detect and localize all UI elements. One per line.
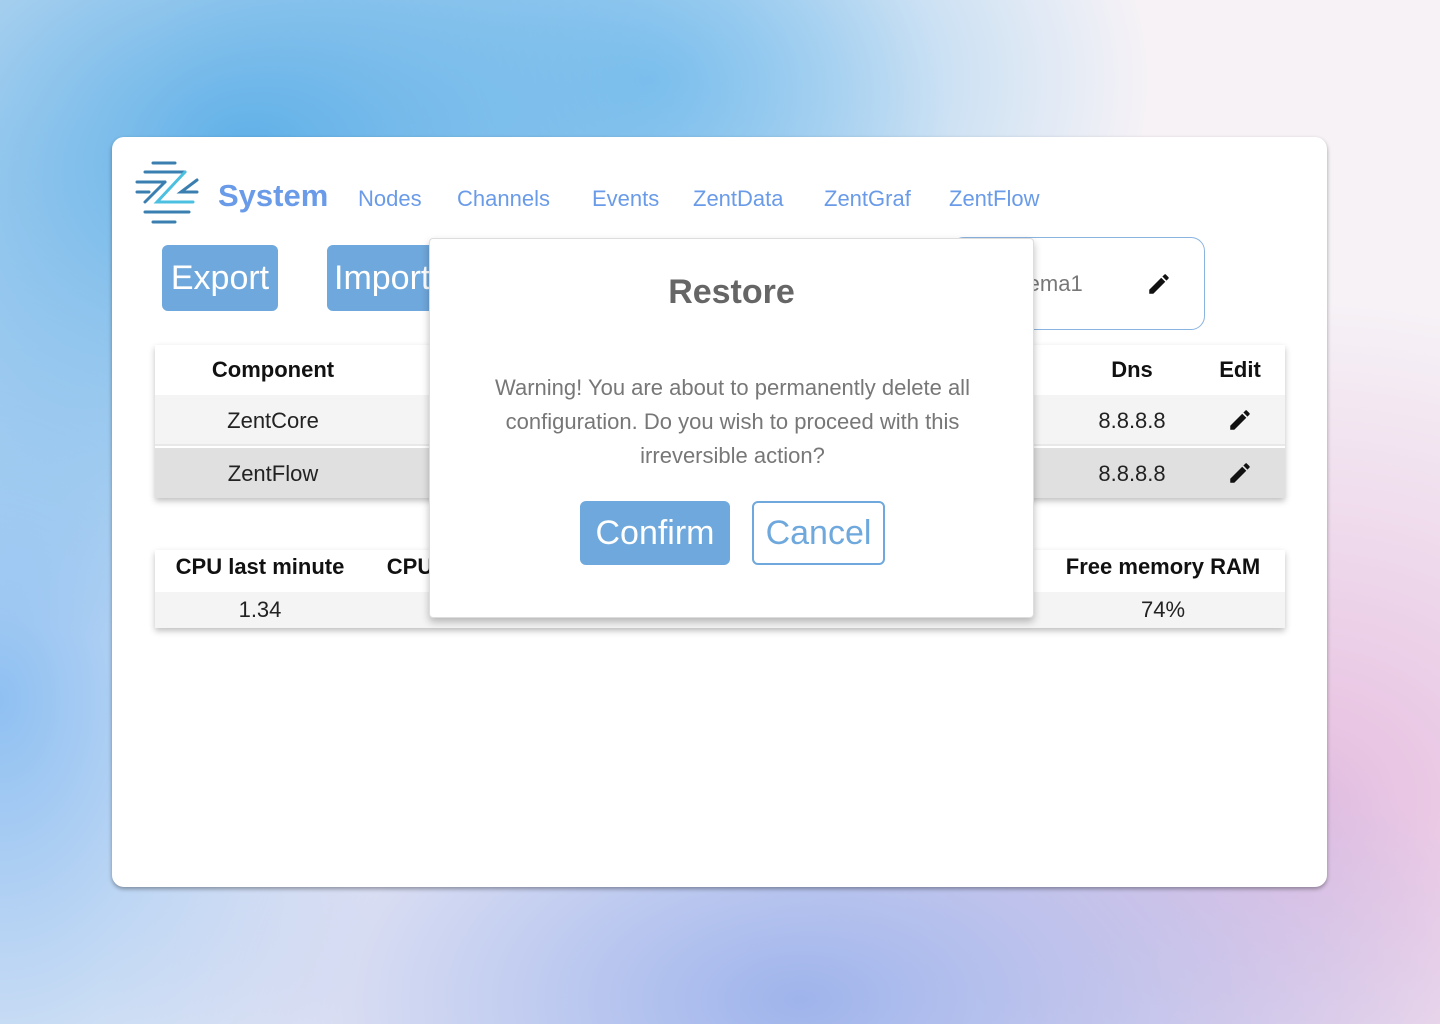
header-free-ram: Free memory RAM [1065,554,1261,579]
confirm-button[interactable]: Confirm [580,501,730,565]
header-dns: Dns [1111,357,1153,382]
restore-modal: Restore Warning! You are about to perman… [429,238,1034,618]
export-button[interactable]: Export [162,245,278,311]
modal-message: Warning! You are about to permanently de… [495,375,970,468]
cell-dns: 8.8.8.8 [1098,408,1166,433]
edit-pencil-icon[interactable] [1227,407,1253,433]
brand-title[interactable]: System [218,178,328,214]
cell-dns: 8.8.8.8 [1098,461,1166,486]
modal-title: Restore [668,273,795,311]
header-cpu-last-minute: CPU last minute [175,554,345,579]
header-component: Component [211,357,335,382]
header-cpu: CPU [386,554,434,579]
cell-component: ZentFlow [227,461,319,486]
header-edit: Edit [1219,357,1261,382]
cell-cpu-last-minute: 1.34 [238,597,282,622]
cell-component: ZentCore [227,408,319,433]
cell-free-ram: 74% [1140,597,1186,622]
nav-nodes[interactable]: Nodes [358,186,422,212]
pencil-icon[interactable] [1146,271,1172,297]
nav-zentflow[interactable]: ZentFlow [949,186,1039,212]
nav-zentdata[interactable]: ZentData [693,186,784,212]
cancel-button[interactable]: Cancel [752,501,885,565]
nav-events[interactable]: Events [592,186,659,212]
nav-channels[interactable]: Channels [457,186,550,212]
nav-zentgraf[interactable]: ZentGraf [824,186,911,212]
zent-logo-icon [135,161,199,224]
edit-pencil-icon[interactable] [1227,460,1253,486]
